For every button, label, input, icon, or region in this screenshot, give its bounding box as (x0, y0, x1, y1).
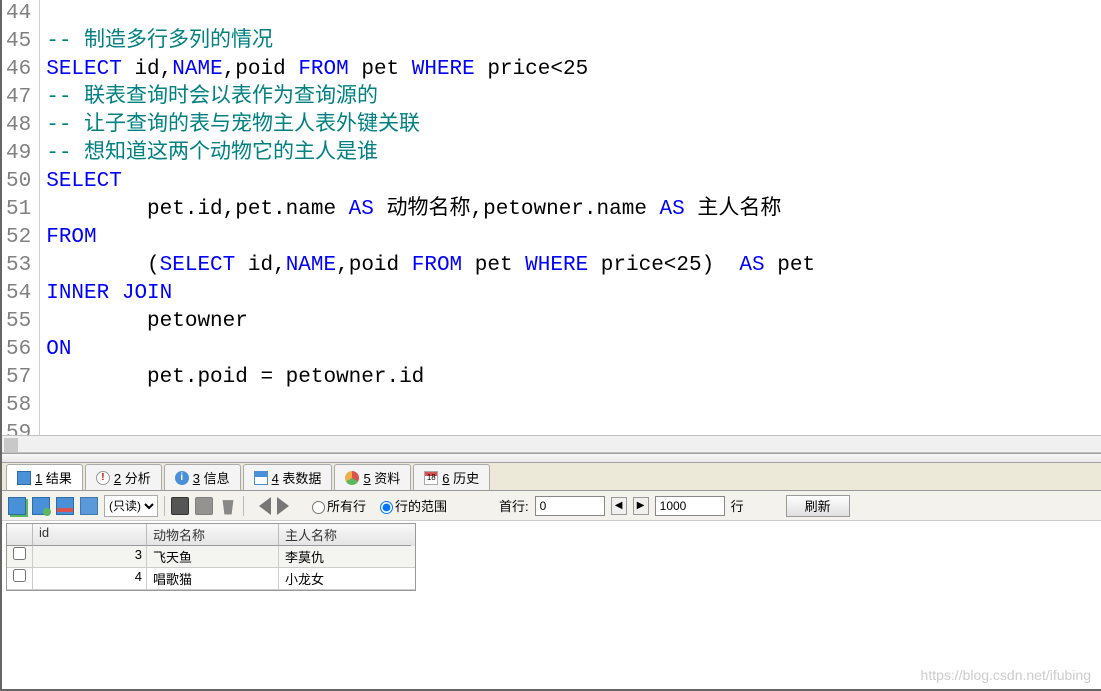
result-grid[interactable]: id 动物名称 主人名称 3飞天鱼李莫仇4唱歌猫小龙女 (6, 523, 416, 591)
scroll-thumb[interactable] (4, 438, 18, 452)
tab-analyze[interactable]: ! 2 分析 (85, 464, 162, 490)
tab-label: 1 结果 (35, 468, 72, 487)
export-icon[interactable] (8, 497, 26, 515)
separator (243, 496, 244, 516)
cell-name[interactable]: 飞天鱼 (147, 546, 279, 567)
history-icon: 18 (424, 471, 438, 485)
step-prev[interactable]: ◀ (611, 497, 627, 515)
radio-row-range[interactable]: 行的范围 (372, 496, 447, 515)
tab-label: 5 资料 (363, 468, 400, 487)
tab-res[interactable]: 5 资料 (334, 464, 411, 490)
grid-header: id 动物名称 主人名称 (7, 524, 415, 546)
readonly-select[interactable]: (只读) (104, 495, 158, 517)
cell-name[interactable]: 唱歌猫 (147, 568, 279, 589)
tab-history[interactable]: 18 6 历史 (413, 464, 490, 490)
sql-editor[interactable]: 44454647484950515253545556575859 -- 制造多行… (2, 0, 1101, 435)
result-tabs: 1 结果! 2 分析 i 3 信息 4 表数据 5 资料 18 6 历史 (2, 463, 1101, 491)
row-suffix-label: 行 (731, 496, 744, 515)
grid-header-id[interactable]: id (33, 524, 147, 546)
analyze-icon: ! (96, 471, 110, 485)
add-row-icon[interactable] (32, 497, 50, 515)
tab-label: 3 信息 (193, 468, 230, 487)
copy-row-icon[interactable] (80, 497, 98, 515)
save-copy-icon[interactable] (195, 497, 213, 515)
tab-label: 4 表数据 (272, 468, 322, 487)
row-checkbox[interactable] (7, 568, 33, 589)
tab-info[interactable]: i 3 信息 (164, 464, 241, 490)
result-icon (17, 471, 31, 485)
separator (164, 496, 165, 516)
tab-result[interactable]: 1 结果 (6, 464, 83, 490)
prev-page-icon[interactable] (250, 497, 271, 515)
grid-header-checkbox[interactable] (7, 524, 33, 546)
empty-area: https://blog.csdn.net/ifubing (2, 593, 1101, 689)
grid-header-name[interactable]: 动物名称 (147, 524, 279, 546)
table-row[interactable]: 3飞天鱼李莫仇 (7, 546, 415, 568)
tab-label: 2 分析 (114, 468, 151, 487)
grid-header-owner[interactable]: 主人名称 (279, 524, 411, 546)
first-row-input[interactable] (535, 496, 605, 516)
res-icon (345, 471, 359, 485)
watermark: https://blog.csdn.net/ifubing (921, 667, 1091, 683)
line-gutter: 44454647484950515253545556575859 (2, 0, 40, 435)
tbldata-icon (254, 471, 268, 485)
info-icon: i (175, 471, 189, 485)
horizontal-scrollbar[interactable] (2, 435, 1101, 453)
pane-splitter[interactable] (2, 453, 1101, 463)
refresh-button[interactable]: 刷新 (786, 495, 850, 517)
first-row-label: 首行: (499, 496, 529, 515)
row-checkbox[interactable] (7, 546, 33, 567)
cell-owner[interactable]: 小龙女 (279, 568, 411, 589)
save-icon[interactable] (171, 497, 189, 515)
tab-tbldata[interactable]: 4 表数据 (243, 464, 333, 490)
delete-row-icon[interactable] (56, 497, 74, 515)
step-next[interactable]: ▶ (633, 497, 649, 515)
result-toolbar: (只读) 所有行 行的范围 首行: ◀ ▶ 行 刷新 (2, 491, 1101, 521)
next-page-icon[interactable] (277, 497, 298, 515)
tab-label: 6 历史 (442, 468, 479, 487)
cell-id[interactable]: 4 (33, 568, 147, 589)
row-count-input[interactable] (655, 496, 725, 516)
code-area[interactable]: -- 制造多行多列的情况SELECT id,NAME,poid FROM pet… (40, 0, 815, 435)
trash-icon[interactable] (219, 497, 237, 515)
table-row[interactable]: 4唱歌猫小龙女 (7, 568, 415, 590)
cell-owner[interactable]: 李莫仇 (279, 546, 411, 567)
cell-id[interactable]: 3 (33, 546, 147, 567)
radio-all-rows[interactable]: 所有行 (304, 496, 366, 515)
